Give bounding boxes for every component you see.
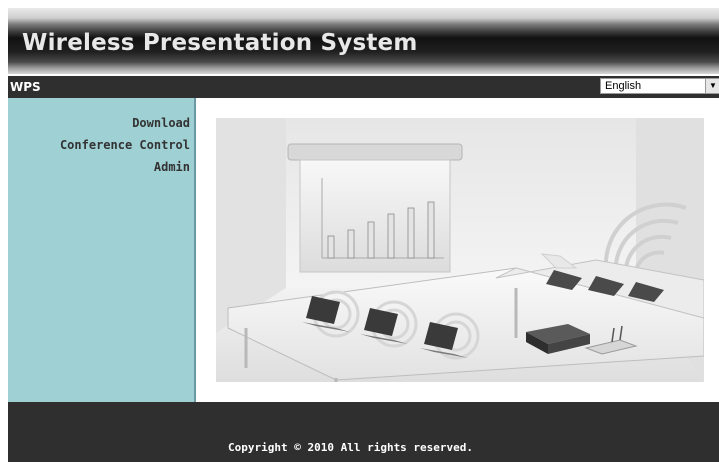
header-banner: Wireless Presentation System <box>8 8 719 74</box>
sidebar: Download Conference Control Admin <box>8 98 196 402</box>
top-navbar: WPS English ▼ <box>8 76 719 98</box>
page: Wireless Presentation System WPS English… <box>0 0 719 462</box>
chevron-down-icon[interactable]: ▼ <box>705 79 719 93</box>
sidebar-item-download[interactable]: Download <box>132 116 190 130</box>
sidebar-item-admin[interactable]: Admin <box>154 160 190 174</box>
top-margin <box>0 0 719 8</box>
brand-label: WPS <box>10 80 41 94</box>
sidebar-item-conference-control[interactable]: Conference Control <box>60 138 190 152</box>
language-selected-value: English <box>605 80 642 92</box>
language-select[interactable]: English ▼ <box>600 78 719 94</box>
conference-room-illustration <box>216 118 704 382</box>
page-title: Wireless Presentation System <box>22 30 418 56</box>
footer: Copyright © 2010 All rights reserved. <box>8 402 719 462</box>
copyright-text: Copyright © 2010 All rights reserved. <box>228 441 474 454</box>
main-content <box>196 98 719 402</box>
